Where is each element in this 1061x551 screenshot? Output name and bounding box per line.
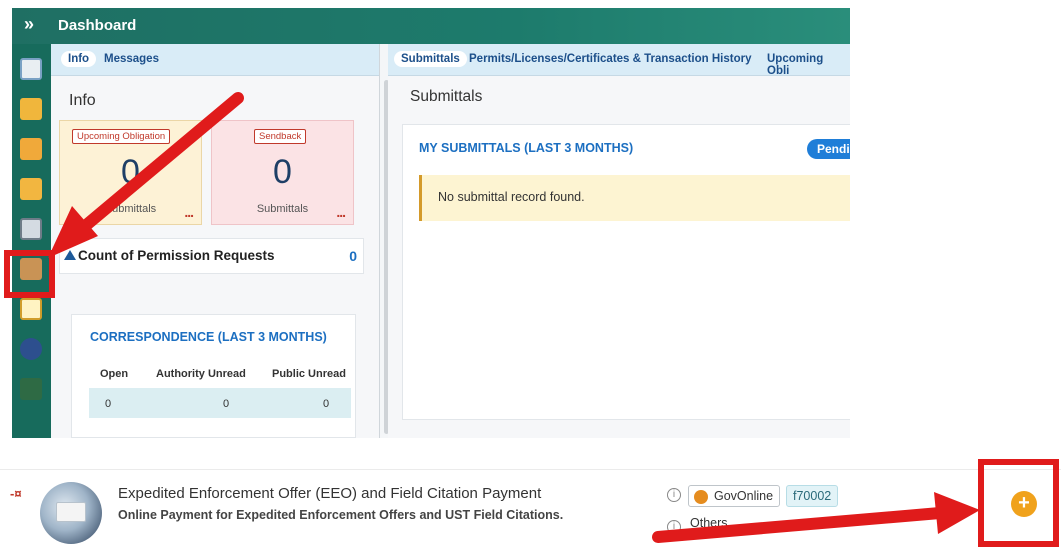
top-bar: » Dashboard [12,8,850,44]
permission-requests-count[interactable]: 0 [349,248,357,264]
more-icon[interactable]: ... [336,204,346,220]
panel-divider [379,44,380,438]
open-value[interactable]: 0 [105,398,111,410]
tab-submittals[interactable]: Submittals [394,51,467,67]
info-panel: Info Messages Info Upcoming Obligation 0… [51,44,380,438]
page-title: Dashboard [58,17,137,34]
divider [0,469,1061,470]
table-row: 0 0 0 [89,388,351,418]
expand-menu-icon[interactable]: » [24,14,34,35]
add-button[interactable]: + [1011,491,1037,517]
upcoming-obligation-badge: Upcoming Obligation [72,129,171,144]
tab-messages[interactable]: Messages [97,51,166,67]
sendback-label: Submittals [256,203,309,215]
sendback-card[interactable]: Sendback 0 Submittals ... [211,120,354,225]
govonline-icon [694,490,708,504]
empty-message-box: No submittal record found. [419,175,850,221]
correspondence-title: CORRESPONDENCE (LAST 3 MONTHS) [90,330,327,344]
empty-message: No submittal record found. [438,190,585,204]
my-submittals-card: MY SUBMITTALS (LAST 3 MONTHS) Pending No… [402,124,850,420]
folder-icon[interactable] [20,138,42,160]
col-open: Open [100,368,129,380]
authority-unread-value[interactable]: 0 [223,398,229,410]
collapse-icon[interactable] [64,250,76,260]
tab-permits-history[interactable]: Permits/Licenses/Certificates & Transact… [462,51,759,67]
upcoming-obligation-card[interactable]: Upcoming Obligation 0 Submittals ... [59,120,202,225]
others-label: Others [690,516,728,530]
permission-requests-label: Count of Permission Requests [78,248,275,263]
info-tabstrip: Info Messages [51,44,380,76]
col-public-unread: Public Unread [272,368,346,380]
submittals-tabstrip: Submittals Permits/Licenses/Certificates… [388,44,850,79]
info-icon[interactable]: i [667,488,681,502]
dashboard-app: » Dashboard Info Messages Info Upcoming … [12,8,850,438]
left-rail [12,44,51,438]
correspondence-card: CORRESPONDENCE (LAST 3 MONTHS) Open Auth… [71,314,356,438]
service-title[interactable]: Expedited Enforcement Offer (EEO) and Fi… [118,485,541,502]
service-code-badge: f70002 [786,485,839,507]
tab-info[interactable]: Info [61,51,97,67]
dashboard-icon[interactable] [20,58,42,80]
document-icon[interactable] [20,298,42,320]
folder-icon[interactable] [20,178,42,200]
provider-label: GovOnline [714,489,774,503]
highlight-box-left [4,250,55,298]
my-submittals-title: MY SUBMITTALS (LAST 3 MONTHS) [419,141,634,155]
service-thumbnail [40,482,102,544]
folder-icon[interactable] [20,98,42,120]
upcoming-count: 0 [121,153,140,191]
submittals-panel: Submittals Permits/Licenses/Certificates… [388,44,850,438]
credit-card-icon [56,502,86,522]
pin-icon[interactable]: -¤ [10,486,22,501]
provider-badge: GovOnline [688,485,781,507]
info-icon[interactable]: i [667,520,681,534]
col-authority-unread: Authority Unread [156,368,246,380]
pending-filter-button[interactable]: Pending [807,139,850,159]
building-icon[interactable] [20,378,42,400]
submittals-title: Submittals [410,88,483,105]
tab-upcoming-obligations[interactable]: Upcoming Obli [760,51,850,79]
more-icon[interactable]: ... [184,204,194,220]
permission-requests-row[interactable]: Count of Permission Requests 0 [59,238,364,274]
sendback-count: 0 [273,153,292,191]
info-title: Info [69,92,96,109]
public-unread-value[interactable]: 0 [323,398,329,410]
sendback-badge: Sendback [254,129,307,144]
service-description: Online Payment for Expedited Enforcement… [118,508,564,522]
screenshot: » Dashboard Info Messages Info Upcoming … [0,0,1061,551]
globe-icon[interactable] [20,338,42,360]
book-icon[interactable] [20,218,42,240]
upcoming-label: Submittals [104,203,157,215]
